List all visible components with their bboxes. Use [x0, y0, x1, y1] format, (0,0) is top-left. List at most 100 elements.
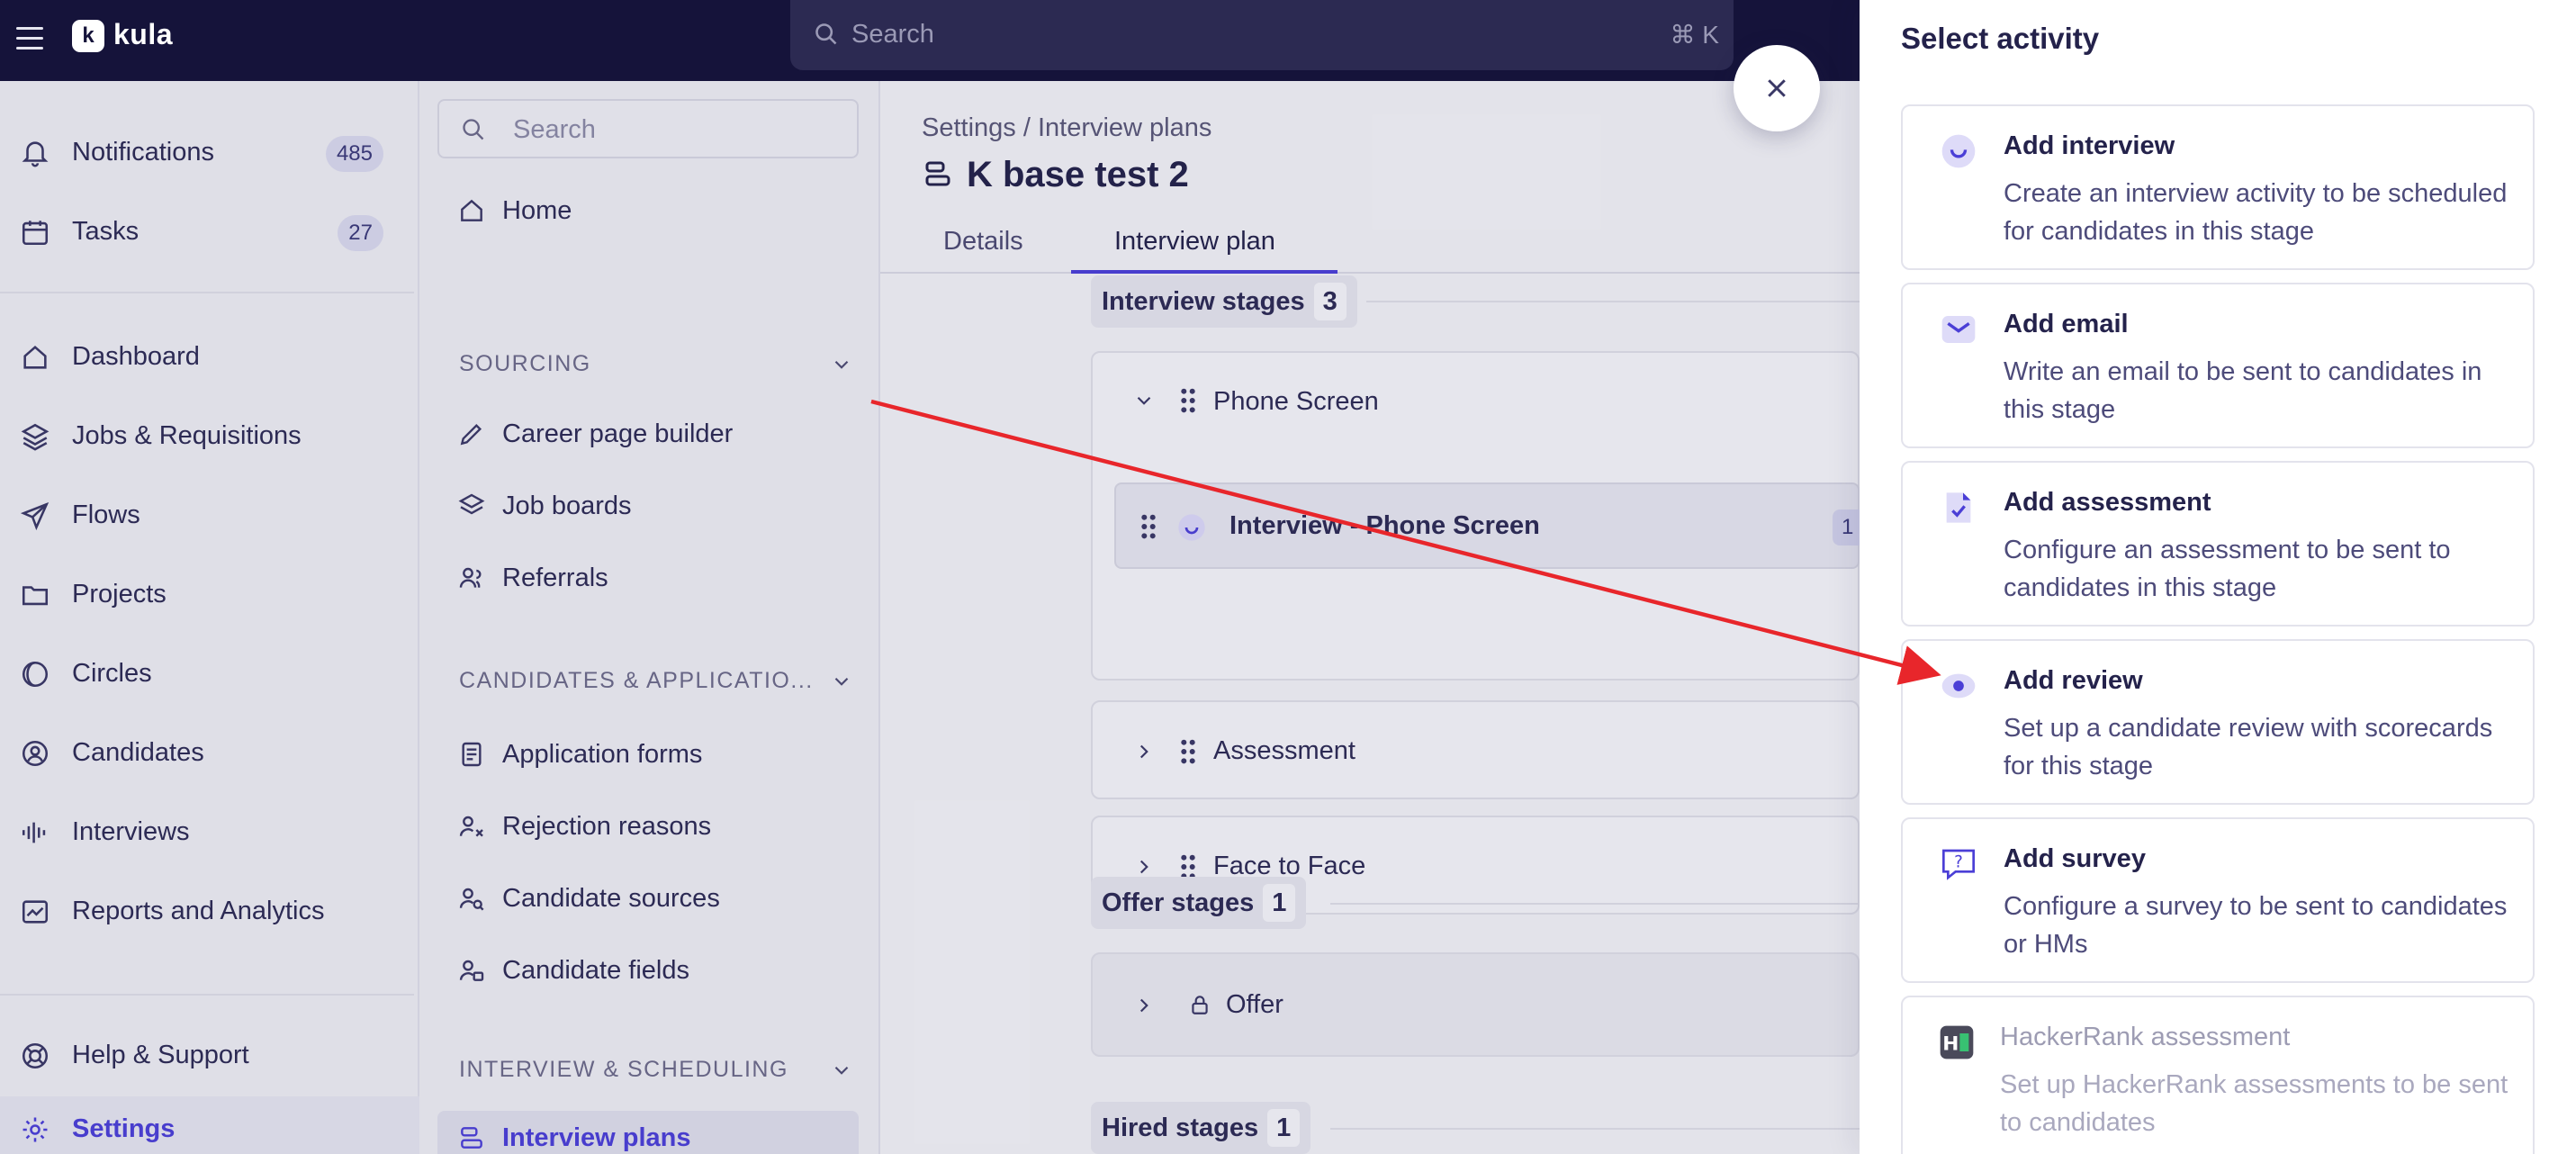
option-add-review[interactable]: Add review Set up a candidate review wit…: [1901, 639, 2535, 805]
active-tab-indicator: [1071, 270, 1338, 274]
drag-handle-icon[interactable]: [1179, 387, 1197, 414]
send-icon: [20, 501, 50, 531]
option-add-survey[interactable]: ? Add survey Configure a survey to be se…: [1901, 817, 2535, 983]
subnav-career-page-builder[interactable]: Career page builder: [419, 407, 878, 461]
subnav-label: Interview plans: [502, 1123, 691, 1152]
settings-subnav: Search Home SOURCING Career page builder…: [419, 81, 880, 1154]
stage-count-badge: 1: [1263, 884, 1296, 922]
activity-count-badge: 1: [1833, 509, 1860, 545]
global-search-input[interactable]: Search ⌘ K: [790, 0, 1734, 70]
subnav-rejection-reasons[interactable]: Rejection reasons: [419, 799, 878, 853]
user-fields-icon: [459, 960, 484, 981]
nav-divider: [0, 292, 414, 293]
subnav-referrals[interactable]: Referrals: [419, 551, 878, 605]
subnav-home[interactable]: Home: [419, 184, 878, 238]
nav-interviews[interactable]: Interviews: [0, 799, 419, 862]
chevron-right-icon[interactable]: [1132, 855, 1156, 879]
option-title: Add assessment: [2004, 488, 2211, 517]
offer-stages-label: Offer stages 1: [1091, 877, 1307, 929]
nav-circles[interactable]: Circles: [0, 641, 419, 704]
layers-icon: [21, 423, 50, 451]
divider-line: [1330, 1128, 1860, 1130]
section-title: CANDIDATES & APPLICATIO...: [459, 668, 814, 693]
layers-icon: [458, 493, 485, 515]
drag-handle-icon[interactable]: [1139, 513, 1157, 540]
section-header-interview-scheduling[interactable]: INTERVIEW & SCHEDULING: [459, 1057, 849, 1083]
folder-icon: [22, 586, 49, 606]
option-hackerrank-assessment[interactable]: H HackerRank assessment Set up HackerRan…: [1901, 996, 2535, 1154]
section-header-candidates-applications[interactable]: CANDIDATES & APPLICATIO...: [459, 668, 849, 694]
svg-text:H: H: [1942, 1032, 1959, 1055]
menu-icon[interactable]: [16, 27, 43, 52]
subnav-label: Candidate sources: [502, 884, 720, 913]
hackerrank-icon: H: [1940, 1025, 1974, 1059]
page-title-text: K base test 2: [967, 155, 1189, 194]
chevron-down-icon[interactable]: [1132, 389, 1156, 412]
nav-projects[interactable]: Projects: [0, 562, 419, 625]
nav-dashboard[interactable]: Dashboard: [0, 324, 419, 387]
chevron-right-icon[interactable]: [1132, 994, 1156, 1017]
nav-help-support[interactable]: Help & Support: [0, 1023, 419, 1086]
nav-label: Dashboard: [72, 342, 200, 371]
nav-flows[interactable]: Flows: [0, 482, 419, 545]
subnav-job-boards[interactable]: Job boards: [419, 479, 878, 533]
subnav-interview-plans[interactable]: Interview plans: [437, 1111, 859, 1154]
nav-jobs-requisitions[interactable]: Jobs & Requisitions: [0, 403, 419, 466]
close-drawer-button[interactable]: [1734, 45, 1820, 131]
lock-icon: [1192, 996, 1208, 1014]
option-title: HackerRank assessment: [2000, 1023, 2291, 1051]
interview-plan-icon: [461, 1127, 482, 1149]
option-add-assessment[interactable]: Add assessment Configure an assessment t…: [1901, 461, 2535, 627]
stage-card-offer: Offer: [1091, 952, 1860, 1057]
tab-details[interactable]: Details: [943, 227, 1023, 257]
subnav-label: Career page builder: [502, 419, 734, 448]
activity-interview-phone-screen[interactable]: Interview - Phone Screen 1: [1114, 482, 1860, 569]
user-search-icon: [459, 888, 484, 911]
subnav-candidate-sources[interactable]: Candidate sources: [419, 871, 878, 925]
nav-label: Settings: [72, 1114, 176, 1143]
option-description: Set up HackerRank assessments to be sent…: [2000, 1070, 2508, 1137]
activity-title: Interview - Phone Screen: [1229, 511, 1540, 540]
subnav-application-forms[interactable]: Application forms: [419, 727, 878, 781]
document-icon: [462, 742, 482, 767]
option-title: Add email: [2004, 310, 2129, 338]
chevron-down-icon: [834, 360, 849, 369]
option-description: Write an email to be sent to candidates …: [2004, 357, 2482, 424]
waveform-icon: [22, 822, 46, 843]
option-description: Configure a survey to be sent to candida…: [2004, 892, 2508, 959]
main-content: Settings / Interview plans K base test 2…: [880, 81, 1860, 1154]
circles-icon: [22, 661, 49, 688]
section-title: INTERVIEW & SCHEDULING: [459, 1057, 788, 1082]
interview-icon: [1178, 514, 1205, 541]
nav-candidates[interactable]: Candidates: [0, 720, 419, 783]
users-icon: [459, 567, 482, 588]
drawer-title: Select activity: [1901, 22, 2100, 55]
subnav-label: Rejection reasons: [502, 812, 712, 841]
nav-label: Flows: [72, 500, 140, 529]
nav-settings[interactable]: Settings: [0, 1096, 419, 1154]
stage-group-title: Hired stages: [1102, 1113, 1259, 1142]
subnav-candidate-fields[interactable]: Candidate fields: [419, 943, 878, 997]
stage-group-title: Interview stages: [1102, 287, 1305, 316]
option-title: Add review: [2004, 666, 2143, 695]
chevron-right-icon[interactable]: [1132, 740, 1156, 763]
option-add-interview[interactable]: Add interview Create an interview activi…: [1901, 104, 2535, 270]
nav-label: Interviews: [72, 817, 190, 846]
settings-search-input[interactable]: Search: [437, 99, 859, 158]
gear-icon: [23, 1117, 48, 1142]
drag-handle-icon[interactable]: [1179, 738, 1197, 765]
user-circle-icon: [22, 740, 49, 767]
section-header-sourcing[interactable]: SOURCING: [459, 351, 849, 377]
interview-icon: [1941, 134, 1976, 168]
nav-reports-analytics[interactable]: Reports and Analytics: [0, 879, 419, 942]
chart-icon: [22, 900, 49, 924]
breadcrumb: Settings / Interview plans: [922, 113, 1212, 142]
nav-tasks[interactable]: Tasks 27: [0, 199, 419, 262]
tab-interview-plan[interactable]: Interview plan: [1114, 227, 1275, 257]
tab-bar: Details Interview plan: [880, 220, 1860, 274]
search-shortcut: ⌘ K: [1670, 21, 1719, 49]
home-icon: [461, 199, 482, 221]
option-add-email[interactable]: Add email Write an email to be sent to c…: [1901, 283, 2535, 448]
section-title: SOURCING: [459, 351, 591, 376]
nav-notifications[interactable]: Notifications 485: [0, 120, 419, 183]
